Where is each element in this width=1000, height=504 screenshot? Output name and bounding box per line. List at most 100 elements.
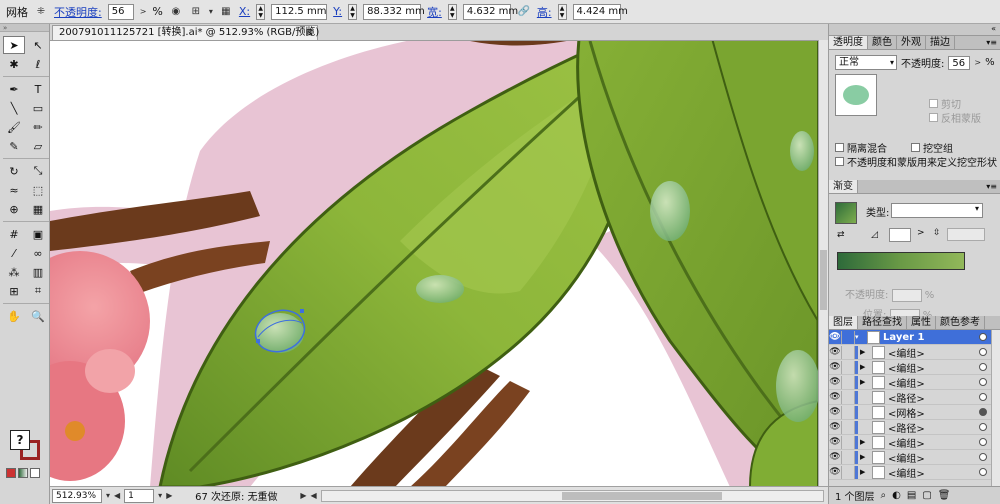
fill-swatch[interactable]: ? xyxy=(10,430,30,450)
align-dropdown-icon[interactable]: ▾ xyxy=(209,7,213,16)
tab-color[interactable]: 颜色 xyxy=(868,36,897,49)
artboard-tool-icon[interactable]: ⊞ xyxy=(3,282,25,300)
column-graph-tool-icon[interactable]: ▥ xyxy=(27,263,49,281)
target-circle-icon[interactable] xyxy=(979,393,987,401)
vertical-scroll-thumb[interactable] xyxy=(820,250,827,310)
aspect-field[interactable] xyxy=(947,228,985,241)
tab-pathfinder[interactable]: 路径查找 xyxy=(858,316,907,329)
layer-row-layer1[interactable]: 👁 ▾ Layer 1 xyxy=(829,330,1000,345)
gradient-opacity-field[interactable] xyxy=(891,288,922,302)
expand-triangle-icon[interactable]: ▶ xyxy=(860,378,869,386)
opacity-mask-knockout-checkbox[interactable]: 不透明度和蒙版用来定义挖空形状 xyxy=(835,154,997,169)
visibility-eye-icon[interactable]: 👁 xyxy=(829,362,841,372)
none-mode-button[interactable] xyxy=(30,468,40,478)
width-label[interactable]: 宽: xyxy=(427,4,442,20)
close-tab-icon[interactable]: ⊠ xyxy=(305,26,313,40)
height-label[interactable]: 高: xyxy=(537,4,552,20)
angle-arrow-icon[interactable]: > xyxy=(917,228,925,238)
pencil-tool-icon[interactable]: ✏ xyxy=(27,118,49,136)
width-stepper[interactable]: ▲ ▼ xyxy=(447,3,457,20)
visibility-eye-icon[interactable]: 👁 xyxy=(829,347,841,357)
constrain-link-icon[interactable]: 🔗 xyxy=(517,5,531,19)
tab-layers[interactable]: 图层 xyxy=(829,316,858,329)
tab-attributes[interactable]: 属性 xyxy=(907,316,936,329)
tab-appearance[interactable]: 外观 xyxy=(897,36,926,49)
lock-toggle[interactable] xyxy=(841,450,855,464)
clip-checkbox[interactable]: 剪切 xyxy=(929,96,961,111)
lock-toggle[interactable] xyxy=(841,330,855,344)
height-stepper[interactable]: ▲ ▼ xyxy=(557,3,567,20)
vertical-scrollbar[interactable] xyxy=(818,40,828,486)
type-tool-icon[interactable]: T xyxy=(27,80,49,98)
visibility-eye-icon[interactable]: 👁 xyxy=(829,377,841,387)
isolate-blending-checkbox[interactable]: 隔离混合 xyxy=(835,140,887,155)
layer-item-row[interactable]: 👁 <网格> xyxy=(829,405,1000,420)
symbol-sprayer-tool-icon[interactable]: ⁂ xyxy=(3,263,25,281)
transform-reference-icon[interactable]: ▦ xyxy=(219,5,233,19)
rotate-tool-icon[interactable]: ↻ xyxy=(3,162,25,180)
layer-item-row[interactable]: 👁 ▶ <编组> xyxy=(829,360,1000,375)
hand-tool-icon[interactable]: ✋ xyxy=(3,307,25,325)
eraser-tool-icon[interactable]: ▱ xyxy=(27,137,49,155)
reverse-gradient-icon[interactable]: ⇄ xyxy=(837,230,845,240)
warp-tool-icon[interactable]: ≈ xyxy=(3,181,25,199)
tools-grip[interactable]: » xyxy=(0,24,49,32)
expand-triangle-icon[interactable]: ▶ xyxy=(860,348,869,356)
opacity-dropdown-icon[interactable]: > xyxy=(140,7,147,16)
width-field[interactable]: 4.632 mm xyxy=(462,3,518,20)
visibility-eye-icon[interactable]: 👁 xyxy=(829,422,841,432)
zoom-tool-icon[interactable]: 🔍 xyxy=(27,307,49,325)
blend-mode-select[interactable]: 正常 xyxy=(835,55,897,70)
opacity-mask-thumbnail[interactable] xyxy=(835,74,877,116)
layer-item-row[interactable]: 👁 ▶ <编组> xyxy=(829,465,1000,480)
target-circle-icon[interactable] xyxy=(979,453,987,461)
visibility-eye-icon[interactable]: 👁 xyxy=(829,467,841,477)
scale-tool-icon[interactable]: ⤡ xyxy=(27,162,49,180)
layer-item-row[interactable]: 👁 ▶ <编组> xyxy=(829,345,1000,360)
gradient-tool-icon[interactable]: ▣ xyxy=(27,225,49,243)
eyedropper-tool-icon[interactable]: ⁄ xyxy=(3,244,25,262)
y-stepper[interactable]: ▲ ▼ xyxy=(348,3,358,20)
opacity-field[interactable]: 56 xyxy=(107,3,134,20)
delete-layer-icon[interactable]: 🗑 xyxy=(938,490,951,501)
paintbrush-tool-icon[interactable]: 🖌 xyxy=(3,118,25,136)
x-label[interactable]: X: xyxy=(239,5,250,18)
layer-item-row[interactable]: 👁 <路径> xyxy=(829,420,1000,435)
target-circle-icon[interactable] xyxy=(979,348,987,356)
artboard-prev-icon[interactable]: ◀ xyxy=(114,491,120,500)
panel-opacity-arrow-icon[interactable]: > xyxy=(974,58,981,67)
zoom-field[interactable]: 512.93% xyxy=(52,488,102,503)
dock-collapse[interactable]: « xyxy=(829,24,1000,36)
target-circle-icon[interactable] xyxy=(979,423,987,431)
lock-toggle[interactable] xyxy=(841,420,855,434)
y-field[interactable]: 88.332 mm xyxy=(363,3,425,20)
visibility-eye-icon[interactable]: 👁 xyxy=(829,332,841,342)
reference-point-icon[interactable]: ⁜ xyxy=(34,5,48,19)
panel-opacity-field[interactable]: 56 xyxy=(948,55,971,70)
shape-builder-tool-icon[interactable]: ⊕ xyxy=(3,200,25,218)
magic-wand-tool-icon[interactable]: ✱ xyxy=(3,55,25,73)
free-transform-tool-icon[interactable]: ⬚ xyxy=(27,181,49,199)
horizontal-scroll-thumb[interactable] xyxy=(561,491,722,500)
selection-tool-icon[interactable]: ➤ xyxy=(3,36,25,54)
tab-gradient[interactable]: 渐变 xyxy=(829,180,858,193)
layers-scrollbar[interactable] xyxy=(991,330,1000,486)
align-icon[interactable]: ⊞ xyxy=(189,5,203,19)
new-sublayer-icon[interactable]: ▤ xyxy=(907,490,916,501)
layer-item-row[interactable]: 👁 ▶ <编组> xyxy=(829,435,1000,450)
make-clipping-mask-icon[interactable]: ◐ xyxy=(892,490,901,501)
direct-selection-tool-icon[interactable]: ↖ xyxy=(27,36,49,54)
expand-triangle-icon[interactable]: ▾ xyxy=(855,333,864,341)
target-circle-icon[interactable] xyxy=(979,408,987,416)
lasso-tool-icon[interactable]: ℓ xyxy=(27,55,49,73)
gradient-swatch[interactable] xyxy=(835,202,857,224)
tab-stroke[interactable]: 描边 xyxy=(926,36,955,49)
new-layer-icon[interactable]: ▢ xyxy=(922,490,931,501)
lock-toggle[interactable] xyxy=(841,360,855,374)
hscroll-left-icon[interactable]: ◀ xyxy=(311,491,317,500)
blob-brush-tool-icon[interactable]: ✎ xyxy=(3,137,25,155)
expand-triangle-icon[interactable]: ▶ xyxy=(860,363,869,371)
style-icon[interactable]: ◉ xyxy=(169,5,183,19)
target-circle-icon[interactable] xyxy=(979,378,987,386)
tab-transparency[interactable]: 透明度 xyxy=(829,36,868,49)
